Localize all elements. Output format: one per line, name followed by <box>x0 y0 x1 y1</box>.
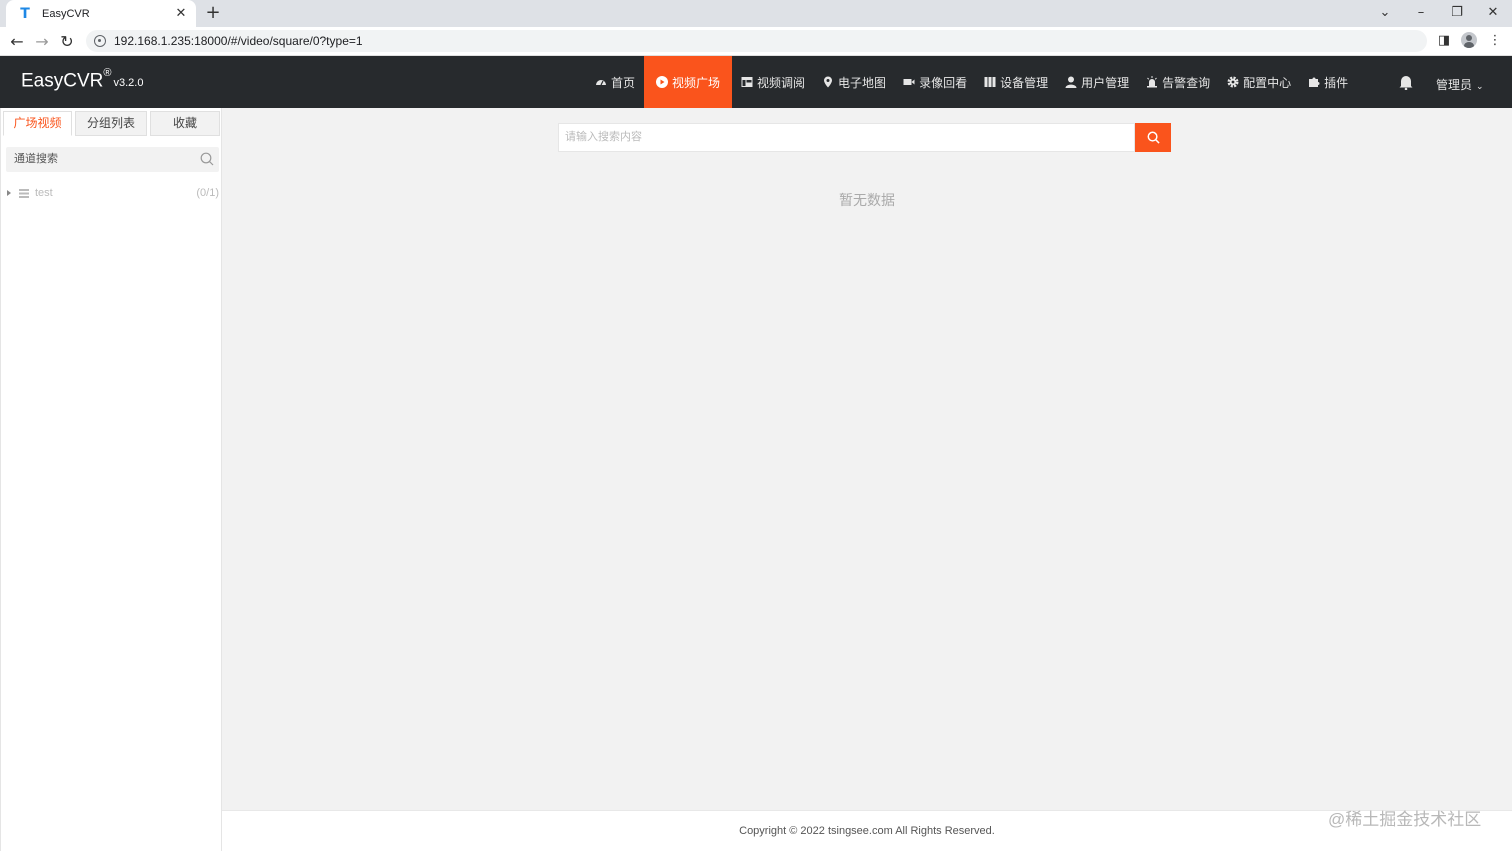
search-button[interactable] <box>1135 123 1171 152</box>
video-camera-icon <box>903 79 915 85</box>
footer: Copyright © 2022 tsingsee.com All Rights… <box>222 810 1512 851</box>
empty-state-text: 暂无数据 <box>839 192 895 208</box>
play-circle-icon <box>656 76 669 88</box>
app-header: EasyCVR®v3.2.0 首页 视频广场 视频调阅 电子地图 录像回看 设备… <box>0 56 1512 108</box>
tab-title: EasyCVR <box>42 7 90 20</box>
copyright-text: Copyright © 2022 tsingsee.com All Rights… <box>739 825 995 837</box>
content-search-placeholder: 请输入搜索内容 <box>565 131 642 143</box>
watermark: @稀土掘金技术社区 <box>1328 810 1482 829</box>
back-icon[interactable]: ← <box>6 31 28 53</box>
restore-button[interactable]: ❐ <box>1439 0 1475 27</box>
browser-toolbar: ← → ↻ 192.168.1.235:18000/#/video/square… <box>0 27 1512 56</box>
nav-e-map[interactable]: 电子地图 <box>814 56 894 108</box>
nav-devices[interactable]: 设备管理 <box>976 56 1056 108</box>
nav-playback[interactable]: 录像回看 <box>895 56 975 108</box>
tab-square-videos[interactable]: 广场视频 <box>3 111 72 136</box>
list-icon <box>19 188 29 198</box>
nav-label: 配置中心 <box>1243 75 1292 90</box>
nav-label: 用户管理 <box>1081 75 1130 90</box>
channel-search-placeholder: 通道搜索 <box>14 153 58 165</box>
user-menu[interactable]: 管理员 ⌄ <box>1436 76 1484 93</box>
tree-node-label: test <box>35 187 53 199</box>
nav-plugins[interactable]: 插件 <box>1300 56 1356 108</box>
nav-label: 告警查询 <box>1162 75 1211 90</box>
address-bar[interactable]: 192.168.1.235:18000/#/video/square/0?typ… <box>86 30 1427 52</box>
nav-home[interactable]: 首页 <box>587 56 643 108</box>
minimize-button[interactable]: – <box>1403 0 1439 27</box>
nav-label: 设备管理 <box>1000 75 1049 90</box>
site-info-icon[interactable] <box>94 35 106 47</box>
bell-icon[interactable] <box>1398 74 1414 90</box>
side-panel-icon[interactable]: ◨ <box>1434 31 1454 51</box>
nav-label: 首页 <box>611 75 636 90</box>
main-content: 请输入搜索内容 暂无数据 <box>222 108 1512 810</box>
content-search-input[interactable]: 请输入搜索内容 <box>558 123 1135 152</box>
expand-caret-icon[interactable] <box>7 190 11 196</box>
search-icon[interactable] <box>200 152 214 166</box>
app-logo[interactable]: EasyCVR®v3.2.0 <box>21 67 144 92</box>
puzzle-icon <box>1309 77 1320 87</box>
profile-avatar[interactable] <box>1461 32 1477 48</box>
close-tab-icon[interactable]: ✕ <box>174 6 188 21</box>
user-icon <box>1065 76 1077 88</box>
dashboard-icon <box>596 80 606 86</box>
browser-menu-icon[interactable]: ⋮ <box>1485 31 1505 51</box>
channel-search-input[interactable]: 通道搜索 <box>6 147 219 172</box>
gear-icon <box>1227 76 1239 88</box>
tab-favorites[interactable]: 收藏 <box>150 111 220 136</box>
forward-icon[interactable]: → <box>31 31 53 53</box>
sidebar: 广场视频 分组列表 收藏 通道搜索 test (0/1) <box>0 108 222 851</box>
nav-label: 视频调阅 <box>757 75 806 90</box>
browser-tab[interactable]: T EasyCVR ✕ <box>6 0 196 27</box>
window-close-button[interactable]: ✕ <box>1475 0 1511 27</box>
brand-mark: ® <box>103 67 112 79</box>
columns-icon <box>984 77 996 87</box>
url-text: 192.168.1.235:18000/#/video/square/0?typ… <box>114 34 363 48</box>
nav-label: 视频广场 <box>672 75 721 90</box>
alarm-icon <box>1147 76 1158 88</box>
nav-alarms[interactable]: 告警查询 <box>1138 56 1218 108</box>
nav-label: 电子地图 <box>838 75 887 90</box>
nav-label: 插件 <box>1324 75 1349 90</box>
nav-video-browse[interactable]: 视频调阅 <box>733 56 813 108</box>
layout-icon <box>741 77 753 87</box>
nav-config[interactable]: 配置中心 <box>1219 56 1299 108</box>
search-icon <box>1147 131 1160 144</box>
tab-group-list[interactable]: 分组列表 <box>75 111 147 136</box>
map-marker-icon <box>824 76 833 88</box>
favicon-icon: T <box>20 5 30 22</box>
nav-users[interactable]: 用户管理 <box>1057 56 1137 108</box>
tab-search-icon[interactable]: ⌄ <box>1367 0 1403 27</box>
chevron-down-icon: ⌄ <box>1476 82 1484 92</box>
nav-video-square[interactable]: 视频广场 <box>644 56 733 108</box>
nav-label: 录像回看 <box>919 75 968 90</box>
tree-node-count: (0/1) <box>196 187 219 199</box>
main-nav: 首页 视频广场 视频调阅 电子地图 录像回看 设备管理 用户管理 告警查询 配置… <box>587 56 1357 108</box>
browser-tabbar: T EasyCVR ✕ + ⌄ – ❐ ✕ <box>0 0 1512 27</box>
new-tab-button[interactable]: + <box>203 3 223 23</box>
app-version: v3.2.0 <box>113 77 144 90</box>
tree-node[interactable]: test (0/1) <box>7 185 219 201</box>
reload-icon[interactable]: ↻ <box>56 31 78 53</box>
user-menu-label: 管理员 <box>1436 78 1473 92</box>
brand-name: EasyCVR <box>21 70 104 92</box>
